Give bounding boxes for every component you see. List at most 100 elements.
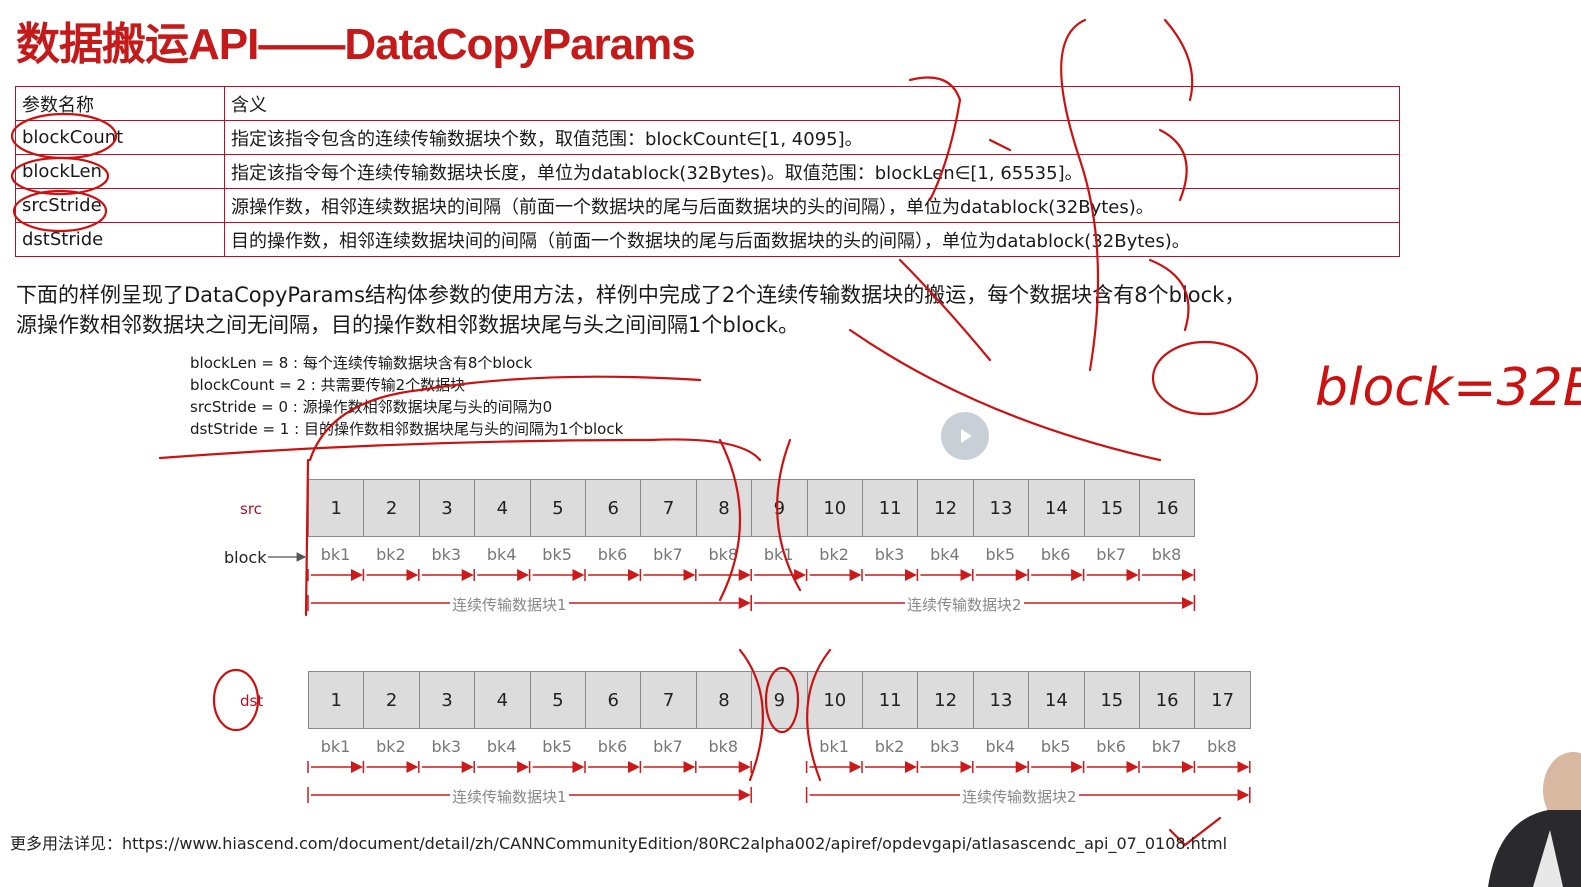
- src-bk-label: bk1: [763, 545, 794, 564]
- dst-block-cell: 17: [1194, 671, 1251, 729]
- dst-bk-label: bk1: [320, 737, 351, 756]
- src-bk-label: bk4: [930, 545, 960, 564]
- table-row: srcStride 源操作数，相邻连续数据块的间隔（前面一个数据块的尾与后面数据…: [15, 188, 1400, 223]
- dst-block-cell: 16: [1139, 671, 1196, 729]
- dst-block-cell: 6: [585, 671, 642, 729]
- src-block-cell: 8: [695, 479, 753, 537]
- src-block-cell: 12: [917, 479, 974, 537]
- param-name: blockCount: [15, 120, 225, 155]
- dst-block-cell: 8: [695, 671, 753, 729]
- src-bk-label: bk3: [431, 545, 462, 564]
- dst-bk-label: bk6: [1096, 737, 1126, 756]
- dst-block-cell: 7: [640, 671, 697, 729]
- dst-block-cell: 1: [308, 671, 365, 729]
- dst-bk-label: bk5: [1040, 737, 1071, 756]
- dst-block-cell: 3: [418, 671, 476, 729]
- param-meaning: 指定该指令包含的连续传输数据块个数，取值范围：blockCount∈[1, 40…: [224, 120, 1400, 155]
- src-bk-label: bk5: [985, 545, 1016, 564]
- dst-block-cell: 4: [474, 671, 531, 729]
- table-row: blockCount 指定该指令包含的连续传输数据块个数，取值范围：blockC…: [15, 120, 1400, 155]
- src-bk-label: bk7: [653, 545, 683, 564]
- dst-block-cell: 2: [363, 671, 420, 729]
- src-block-cell: 6: [585, 479, 642, 537]
- dst-bk-label: bk2: [376, 737, 406, 756]
- src-block-cell: 16: [1139, 479, 1196, 537]
- dst-segment-2-label: 连续传输数据块2: [960, 786, 1079, 807]
- dst-bk-label: bk3: [431, 737, 462, 756]
- presenter-video: [1488, 752, 1581, 887]
- param-name: dstStride: [15, 222, 225, 257]
- src-block-cell: 2: [363, 479, 420, 537]
- src-bk-label: bk4: [486, 545, 517, 564]
- src-bk-label: bk8: [708, 545, 739, 564]
- play-button[interactable]: [941, 412, 989, 460]
- param-name: srcStride: [15, 188, 225, 223]
- src-block-cell: 1: [308, 479, 365, 537]
- src-block-cell: 13: [972, 479, 1030, 537]
- code-line: srcStride = 0 : 源操作数相邻数据块尾与头的间隔为0: [190, 398, 553, 416]
- src-bk-label: bk8: [1151, 545, 1182, 564]
- src-block-cell: 9: [751, 479, 808, 537]
- code-line: dstStride = 1 : 目的操作数相邻数据块尾与头的间隔为1个block: [190, 420, 624, 438]
- dst-block-cell: 14: [1028, 671, 1085, 729]
- src-block-cell: 15: [1083, 479, 1140, 537]
- table-header-row: 参数名称 含义: [15, 86, 1400, 121]
- dst-segment-1-label: 连续传输数据块1: [450, 786, 569, 807]
- src-bk-label: bk2: [819, 545, 849, 564]
- src-block-cell: 11: [862, 479, 919, 537]
- dst-block-cell: 9: [751, 671, 808, 729]
- dst-bk-label: bk4: [486, 737, 517, 756]
- src-segment-1-label: 连续传输数据块1: [450, 594, 569, 615]
- dst-bk-label: bk4: [985, 737, 1016, 756]
- table-row: dstStride 目的操作数，相邻连续数据块间的间隔（前面一个数据块的尾与后面…: [15, 222, 1400, 257]
- src-bk-label: bk2: [376, 545, 406, 564]
- src-bk-label: bk5: [542, 545, 572, 564]
- src-block-cell: 4: [474, 479, 531, 537]
- src-bk-label: bk7: [1096, 545, 1126, 564]
- dst-bk-label: bk7: [1151, 737, 1182, 756]
- params-table: 参数名称 含义 blockCount 指定该指令包含的连续传输数据块个数，取值范…: [15, 86, 1400, 257]
- code-line: blockCount = 2 : 共需要传输2个数据块: [190, 376, 466, 394]
- table-row: blockLen 指定该指令每个连续传输数据块长度，单位为datablock(3…: [15, 154, 1400, 189]
- play-icon: [961, 429, 972, 443]
- dst-bk-label: bk8: [1207, 737, 1237, 756]
- dst-label: dst: [240, 692, 264, 710]
- src-bk-label: bk6: [597, 545, 628, 564]
- dst-block-cell: 12: [917, 671, 974, 729]
- src-block-cell: 3: [418, 479, 476, 537]
- dst-block-cell: 13: [972, 671, 1030, 729]
- block-label: block: [224, 548, 267, 567]
- param-meaning: 指定该指令每个连续传输数据块长度，单位为datablock(32Bytes)。取…: [224, 154, 1400, 189]
- dst-bk-label: bk6: [597, 737, 628, 756]
- dst-block-cell: 5: [529, 671, 586, 729]
- header-param-name: 参数名称: [15, 86, 225, 121]
- src-block-cell: 5: [529, 479, 586, 537]
- dst-bk-label: bk8: [708, 737, 739, 756]
- dst-bk-label: bk2: [874, 737, 905, 756]
- code-line: blockLen = 8 : 每个连续传输数据块含有8个block: [190, 354, 533, 372]
- param-name: blockLen: [15, 154, 225, 189]
- src-bk-label: bk1: [320, 545, 351, 564]
- param-meaning: 目的操作数，相邻连续数据块间的间隔（前面一个数据块的尾与后面数据块的头的间隔），…: [224, 222, 1400, 257]
- description-line: 下面的样例呈现了DataCopyParams结构体参数的使用方法，样例中完成了2…: [16, 283, 1246, 307]
- handwritten-note: block=32B: [1315, 358, 1581, 418]
- dst-bk-label: bk1: [819, 737, 849, 756]
- src-label: src: [240, 500, 262, 518]
- src-block-cell: 7: [640, 479, 697, 537]
- dst-block-cell: 11: [862, 671, 919, 729]
- src-segment-2-label: 连续传输数据块2: [905, 594, 1024, 615]
- dst-bk-label: bk5: [542, 737, 572, 756]
- dst-bk-label: bk7: [653, 737, 683, 756]
- src-block-cell: 10: [806, 479, 863, 537]
- src-block-cell: 14: [1028, 479, 1085, 537]
- description: 下面的样例呈现了DataCopyParams结构体参数的使用方法，样例中完成了2…: [16, 280, 1376, 340]
- dst-block-cell: 10: [806, 671, 863, 729]
- src-bk-label: bk6: [1040, 545, 1071, 564]
- page-title: 数据搬运API——DataCopyParams: [16, 20, 696, 69]
- dst-bk-label: bk3: [930, 737, 960, 756]
- description-line: 源操作数相邻数据块之间无间隔，目的操作数相邻数据块尾与头之间间隔1个block。: [16, 313, 800, 337]
- code-example: blockLen = 8 : 每个连续传输数据块含有8个block blockC…: [190, 352, 623, 440]
- footer-link[interactable]: 更多用法详见：https://www.hiascend.com/document…: [10, 830, 1227, 854]
- header-meaning: 含义: [224, 86, 1400, 121]
- src-bk-label: bk3: [874, 545, 905, 564]
